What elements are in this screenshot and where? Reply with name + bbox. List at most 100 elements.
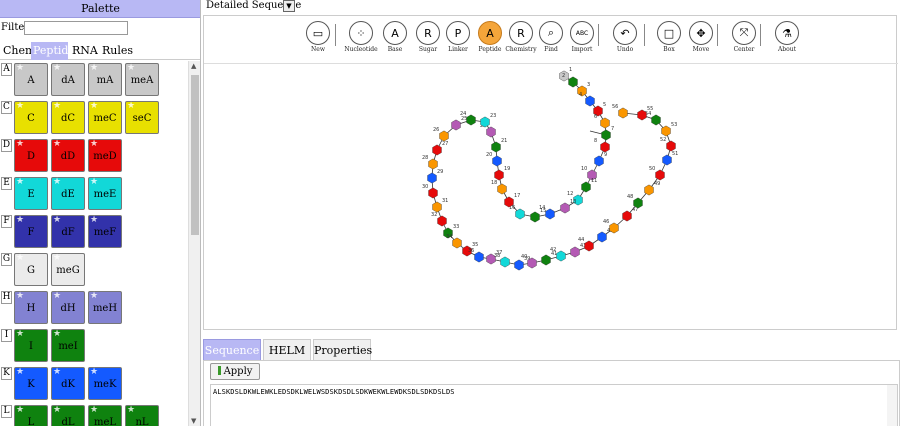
move-icon: ✥: [689, 21, 713, 45]
residue-number: 34: [446, 234, 452, 240]
filter-input[interactable]: [24, 21, 128, 35]
residue-26-S[interactable]: 26: [433, 127, 449, 142]
move-button[interactable]: ✥ Move: [682, 21, 720, 54]
monomer-label: mA: [96, 75, 114, 86]
residue-13-W[interactable]: 13: [560, 199, 577, 214]
residue-30-D[interactable]: 30: [422, 184, 438, 199]
monomer-meF[interactable]: ★ meF: [88, 215, 122, 248]
residue-32-D[interactable]: 32: [431, 212, 447, 227]
residue-51-K[interactable]: 51: [662, 151, 679, 166]
residue-23-E[interactable]: 23: [480, 113, 497, 128]
residue-49-S[interactable]: 49: [644, 181, 661, 196]
monomer-label: C: [27, 113, 35, 124]
monomer-label: A: [27, 75, 35, 86]
peptide-chain-drawing[interactable]: 1234567891011121314151617181920212223242…: [204, 65, 896, 329]
residue-52-D[interactable]: 52: [660, 137, 676, 152]
residue-number: 13: [570, 199, 576, 205]
new-button[interactable]: ▭ New: [299, 21, 337, 54]
residue-9-K[interactable]: 9: [594, 152, 608, 167]
star-icon: ★: [53, 329, 62, 339]
palette-tab-peptide[interactable]: Peptide: [31, 42, 75, 60]
nucleotide-button[interactable]: ⁘ Nucleotide: [342, 21, 380, 54]
view-dropdown[interactable]: ▼: [283, 0, 295, 12]
palette-scrollbar[interactable]: ▲ ▼: [188, 61, 200, 426]
residue-4-K[interactable]: 4: [579, 92, 595, 107]
residue-number: 26: [433, 127, 439, 133]
monomer-meL[interactable]: ★ meL: [88, 405, 122, 426]
residue-36-K[interactable]: 36: [468, 248, 484, 263]
palette-panel: Palette Filter: Chem Peptide RNA Rules A ★ A ★…: [0, 0, 201, 426]
palette-tab-rna[interactable]: RNA: [70, 42, 98, 60]
residue-6-S[interactable]: 6: [594, 114, 610, 129]
residue-54-L[interactable]: 54: [645, 111, 661, 126]
residue-56-S[interactable]: 56: [612, 104, 628, 119]
monomer-dL[interactable]: ★ dL: [51, 405, 85, 426]
residue-number: 53: [671, 122, 677, 128]
residue-17-D[interactable]: 17: [504, 193, 521, 208]
undo-label: Undo: [616, 46, 634, 53]
tab-sequence[interactable]: Sequence: [203, 339, 261, 361]
icon-glyph: ▭: [312, 26, 324, 40]
row-letter-F: F: [1, 215, 12, 228]
residue-29-K[interactable]: 29: [427, 169, 444, 184]
palette-tab-rules[interactable]: Rules: [100, 42, 133, 60]
star-icon: ★: [16, 405, 25, 415]
residue-20-K[interactable]: 20: [486, 152, 502, 167]
row-letter-I: I: [1, 329, 12, 342]
monomer-L[interactable]: ★ L: [14, 405, 48, 426]
sequence-textarea[interactable]: ALSKDSLDKWLEWKLEDSDKLWELWSDSKDSDLSDKWEKW…: [210, 384, 898, 426]
apply-button[interactable]: Apply: [210, 363, 260, 380]
residue-48-L[interactable]: 48: [627, 194, 643, 209]
scroll-thumb[interactable]: [191, 75, 199, 235]
residue-18-S[interactable]: 18: [491, 180, 507, 195]
import-button[interactable]: ABC Import: [563, 21, 601, 54]
monomer-nL[interactable]: ★ nL: [125, 405, 159, 426]
undo-button[interactable]: ↶ Undo: [606, 21, 644, 54]
residue-34-S[interactable]: 34: [446, 234, 462, 249]
flask-icon: ⚗: [775, 21, 799, 45]
residue-46-S[interactable]: 46: [603, 219, 619, 234]
residue-number: 33: [453, 224, 459, 230]
monomer-label: dA: [61, 75, 75, 86]
icon-glyph: A: [391, 26, 399, 40]
tab-helm[interactable]: HELM: [263, 339, 311, 361]
move-label: Move: [692, 46, 710, 53]
monomer-meH[interactable]: ★ meH: [88, 291, 122, 324]
base-icon: A: [383, 21, 407, 45]
residue-19-D[interactable]: 19: [494, 166, 511, 181]
residue-7-L[interactable]: 7: [601, 126, 615, 141]
icon-glyph: ⚗: [782, 26, 792, 40]
monomer-label: dF: [61, 227, 75, 238]
nucleotide-label: Nucleotide: [344, 46, 378, 53]
star-icon: ★: [16, 329, 25, 339]
center-button[interactable]: ⤧ Center: [725, 21, 763, 54]
star-icon: ★: [90, 139, 99, 149]
icon-glyph: R: [517, 26, 525, 40]
residue-41-L[interactable]: 41: [541, 251, 558, 266]
about-button[interactable]: ⚗ About: [768, 21, 806, 54]
residue-47-D[interactable]: 47: [622, 207, 639, 222]
sequence-canvas[interactable]: 1234567891011121314151617181920212223242…: [204, 65, 896, 329]
scroll-up-icon[interactable]: ▲: [191, 62, 196, 70]
residue-16-E[interactable]: 16: [509, 205, 525, 220]
tab-properties[interactable]: Properties: [313, 339, 372, 361]
residue-50-D[interactable]: 50: [649, 166, 665, 181]
star-icon: ★: [127, 101, 136, 111]
residue-number: 32: [431, 212, 437, 218]
toolbar-separator: [598, 24, 599, 46]
residue-25-W[interactable]: 25: [451, 116, 468, 131]
star-icon: ★: [127, 405, 136, 415]
residue-43-W[interactable]: 43: [570, 243, 587, 258]
monomer-seC[interactable]: ★ seC: [125, 101, 159, 134]
residue-53-S[interactable]: 53: [661, 122, 678, 137]
textarea-scrollbar[interactable]: [887, 385, 897, 426]
monomer-label: E: [27, 189, 35, 200]
toolbar-separator: [760, 24, 761, 46]
monomer-label: nL: [135, 417, 149, 426]
row-letter-G: G: [1, 253, 12, 266]
residue-8-D[interactable]: 8: [594, 138, 610, 153]
scroll-down-icon[interactable]: ▼: [191, 417, 196, 425]
palette-tab-chem[interactable]: Chem: [1, 42, 35, 60]
residue-number: 2: [562, 73, 565, 79]
sequence-text: ALSKDSLDKWLEWKLEDSDKLWELWSDSKDSDLSDKWEKW…: [213, 388, 455, 396]
